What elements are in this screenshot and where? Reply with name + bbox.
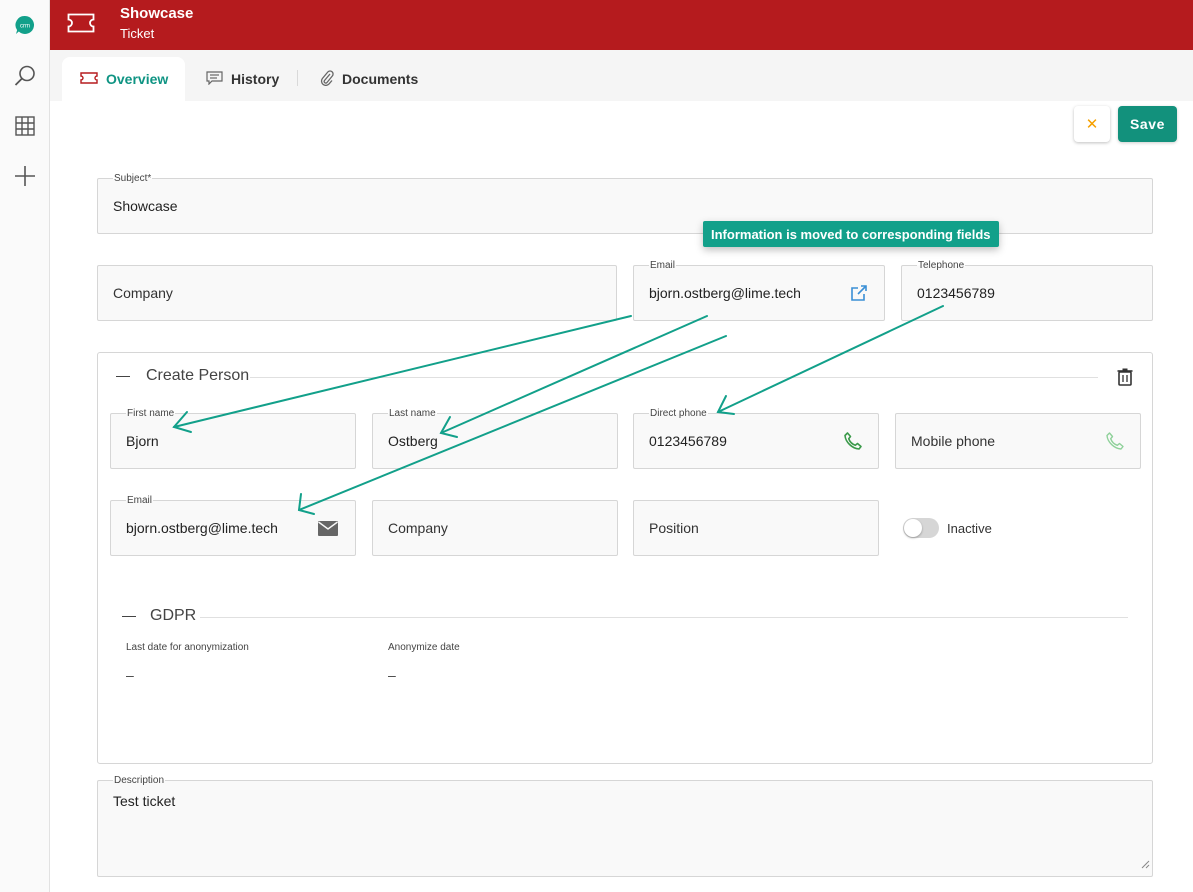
- info-callout: Information is moved to corresponding fi…: [703, 221, 999, 247]
- field-value: 0123456789: [917, 285, 995, 301]
- history-icon: [206, 70, 223, 88]
- left-rail: crm: [0, 0, 50, 892]
- toggle-knob: [904, 519, 922, 537]
- field-label: Email: [126, 495, 154, 506]
- field-label: Telephone: [917, 260, 966, 271]
- description-field[interactable]: Description Test ticket: [97, 775, 1153, 877]
- email-field[interactable]: Email bjorn.ostberg@lime.tech: [633, 260, 885, 321]
- close-icon: ✕: [1085, 116, 1099, 133]
- resize-handle-icon[interactable]: [1141, 856, 1150, 874]
- last-name-field[interactable]: Last name Ostberg: [372, 408, 618, 469]
- phone-icon[interactable]: [842, 430, 864, 452]
- grid-icon[interactable]: [12, 113, 38, 139]
- field-value: Bjorn: [126, 433, 159, 449]
- page-header: Showcase Ticket: [50, 0, 1193, 50]
- field-placeholder: Company: [113, 285, 173, 301]
- crm-logo-icon[interactable]: crm: [12, 12, 38, 38]
- field-value: 0123456789: [649, 433, 727, 449]
- trash-icon[interactable]: [1117, 368, 1133, 386]
- section-title: Create Person: [146, 367, 250, 384]
- tab-divider: [297, 70, 298, 86]
- direct-phone-field[interactable]: Direct phone 0123456789: [633, 408, 879, 469]
- open-external-icon[interactable]: [848, 282, 870, 304]
- inactive-label: Inactive: [947, 521, 992, 536]
- phone-icon[interactable]: [1104, 430, 1126, 452]
- first-name-field[interactable]: First name Bjorn: [110, 408, 356, 469]
- tab-label: Overview: [106, 71, 169, 87]
- svg-text:crm: crm: [20, 24, 30, 30]
- tab-label: History: [231, 71, 280, 87]
- field-label: Email: [649, 260, 677, 271]
- position-field[interactable]: Position: [633, 500, 879, 556]
- gdpr-header[interactable]: GDPR: [122, 607, 196, 625]
- last-date-value: –: [126, 667, 134, 683]
- field-value: Test ticket: [113, 793, 176, 809]
- field-placeholder: Mobile phone: [911, 433, 996, 449]
- section-divider: [200, 617, 1128, 618]
- add-icon[interactable]: [12, 163, 38, 189]
- field-value: Ostberg: [388, 433, 438, 449]
- inactive-toggle[interactable]: [903, 518, 939, 538]
- anonymize-date-label: Anonymize date: [388, 642, 460, 653]
- mail-icon[interactable]: [317, 517, 339, 539]
- collapse-icon: [116, 375, 130, 377]
- section-divider: [250, 377, 1098, 378]
- cancel-button[interactable]: ✕: [1074, 106, 1110, 142]
- tab-label: Documents: [342, 71, 419, 87]
- page-title: Showcase: [120, 5, 194, 22]
- search-icon[interactable]: [12, 63, 38, 89]
- field-placeholder: Position: [649, 520, 699, 536]
- field-label: Subject*: [113, 173, 153, 184]
- field-value: Showcase: [113, 198, 178, 214]
- field-label: Description: [113, 775, 166, 786]
- create-person-header[interactable]: Create Person: [116, 367, 249, 385]
- collapse-icon: [122, 615, 136, 617]
- mobile-phone-field[interactable]: Mobile phone: [895, 413, 1141, 469]
- paperclip-icon: [320, 69, 334, 89]
- anonymize-date-value: –: [388, 667, 396, 683]
- field-placeholder: Company: [388, 520, 448, 536]
- tab-history[interactable]: History: [188, 57, 297, 101]
- page-subtitle: Ticket: [120, 26, 155, 41]
- field-value: bjorn.ostberg@lime.tech: [126, 520, 278, 536]
- ticket-icon: [67, 13, 95, 38]
- field-label: Direct phone: [649, 408, 708, 419]
- person-company-field[interactable]: Company: [372, 500, 618, 556]
- tab-overview[interactable]: Overview: [62, 57, 185, 101]
- person-email-field[interactable]: Email bjorn.ostberg@lime.tech: [110, 495, 356, 556]
- tab-documents[interactable]: Documents: [302, 57, 436, 101]
- section-title: GDPR: [150, 607, 197, 624]
- field-label: First name: [126, 408, 176, 419]
- field-label: Last name: [388, 408, 437, 419]
- save-button[interactable]: Save: [1118, 106, 1177, 142]
- telephone-field[interactable]: Telephone 0123456789: [901, 260, 1153, 321]
- company-field[interactable]: Company: [97, 265, 617, 321]
- tab-bar: Overview History Documents: [50, 50, 1193, 101]
- field-value: bjorn.ostberg@lime.tech: [649, 285, 801, 301]
- ticket-icon: [80, 71, 98, 87]
- last-date-label: Last date for anonymization: [126, 642, 249, 653]
